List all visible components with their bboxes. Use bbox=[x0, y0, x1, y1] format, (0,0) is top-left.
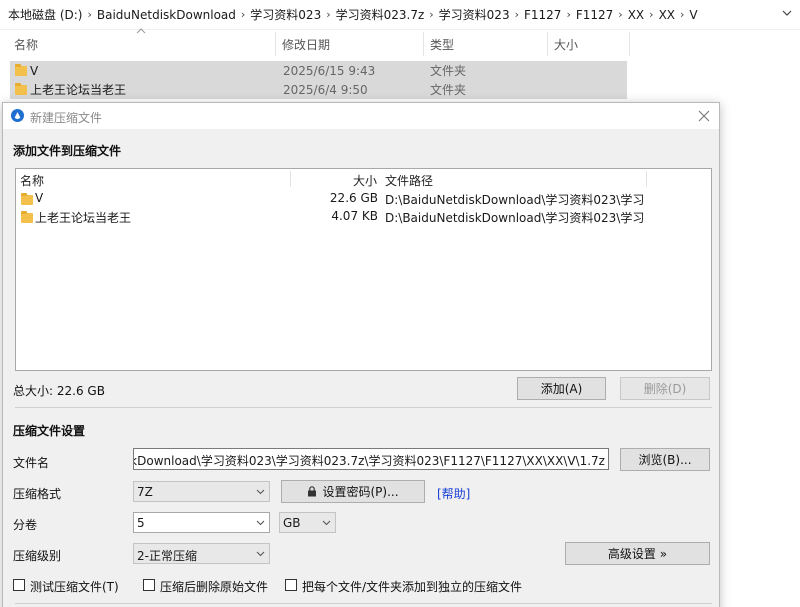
list-item-size: 4.07 KB bbox=[331, 209, 378, 223]
list-item[interactable]: V 22.6 GB D:\BaiduNetdiskDownload\学习资料02… bbox=[16, 190, 711, 208]
breadcrumb-separator-icon: › bbox=[514, 8, 519, 21]
list-item-name: V bbox=[35, 191, 44, 205]
breadcrumb-separator-icon: › bbox=[326, 8, 331, 21]
list-header-name[interactable]: 名称 bbox=[20, 172, 44, 189]
breadcrumb-separator-icon: › bbox=[240, 8, 246, 21]
breadcrumb-item[interactable]: XX bbox=[659, 8, 675, 22]
list-header-path[interactable]: 文件路径 bbox=[385, 172, 433, 189]
lock-icon bbox=[308, 486, 317, 497]
chevron-down-icon bbox=[256, 551, 265, 557]
list-header-divider bbox=[646, 171, 647, 187]
folder-icon bbox=[15, 83, 27, 95]
breadcrumb-item[interactable]: V bbox=[689, 8, 697, 22]
breadcrumb-item[interactable]: 学习资料023 bbox=[439, 6, 510, 23]
breadcrumb-separator-icon: › bbox=[87, 8, 92, 21]
separate-archives-checkbox[interactable] bbox=[285, 579, 297, 591]
compression-level-label: 压缩级别 bbox=[13, 549, 62, 563]
folder-icon bbox=[21, 211, 33, 223]
list-item-path: D:\BaiduNetdiskDownload\学习资料023\学习... bbox=[385, 211, 645, 225]
column-header-type[interactable]: 类型 bbox=[424, 32, 548, 56]
volume-size-input[interactable]: 5 bbox=[133, 512, 270, 533]
breadcrumb-item[interactable]: 学习资料023.7z bbox=[336, 6, 425, 23]
compression-level-value: 2-正常压缩 bbox=[137, 549, 197, 563]
delete-button[interactable]: 删除(D) bbox=[620, 377, 710, 400]
set-password-label: 设置密码(P)... bbox=[322, 485, 399, 499]
browse-button[interactable]: 浏览(B)... bbox=[620, 448, 710, 471]
volume-unit-value: GB bbox=[283, 516, 301, 530]
file-row[interactable]: V 2025/6/15 9:43 文件夹 bbox=[10, 61, 627, 80]
file-date: 2025/6/15 9:43 bbox=[283, 63, 376, 78]
column-header-date[interactable]: 修改日期 bbox=[276, 32, 424, 56]
breadcrumb-separator-icon: › bbox=[680, 8, 685, 21]
delete-after-checkbox[interactable] bbox=[143, 579, 155, 591]
delete-after-label[interactable]: 压缩后删除原始文件 bbox=[160, 578, 268, 595]
file-name: 上老王论坛当老王 bbox=[30, 83, 127, 97]
divider bbox=[15, 407, 712, 408]
column-header-name[interactable]: 名称 bbox=[8, 32, 276, 56]
column-header-size[interactable]: 大小 bbox=[548, 32, 630, 56]
divider bbox=[15, 603, 712, 604]
list-item-size: 22.6 GB bbox=[329, 191, 378, 205]
file-type: 文件夹 bbox=[430, 64, 467, 78]
address-dropdown-icon[interactable] bbox=[782, 8, 792, 18]
add-files-section-title: 添加文件到压缩文件 bbox=[13, 144, 122, 158]
breadcrumb-separator-icon: › bbox=[566, 8, 571, 21]
file-date: 2025/6/4 9:50 bbox=[283, 82, 368, 97]
dialog-title: 新建压缩文件 bbox=[30, 111, 103, 125]
format-select-value: 7Z bbox=[137, 485, 153, 499]
volume-size-value: 5 bbox=[137, 516, 145, 530]
separate-archives-label[interactable]: 把每个文件/文件夹添加到独立的压缩文件 bbox=[302, 578, 522, 595]
breadcrumb-item[interactable]: F1127 bbox=[524, 8, 561, 22]
list-header-size[interactable]: 大小 bbox=[353, 172, 377, 189]
file-type: 文件夹 bbox=[430, 83, 467, 97]
address-breadcrumb[interactable]: 本地磁盘 (D:) › BaiduNetdiskDownload › 学习资料0… bbox=[0, 0, 800, 30]
list-item-name: 上老王论坛当老王 bbox=[35, 211, 132, 225]
breadcrumb-item[interactable]: F1127 bbox=[576, 8, 613, 22]
filename-input[interactable]: etdiskDownload\学习资料023\学习资料023.7z\学习资料02… bbox=[133, 448, 609, 470]
test-archive-label[interactable]: 测试压缩文件(T) bbox=[30, 578, 119, 595]
add-button[interactable]: 添加(A) bbox=[517, 377, 606, 400]
close-icon[interactable] bbox=[695, 107, 713, 125]
help-link[interactable]: [帮助] bbox=[437, 485, 470, 502]
breadcrumb-separator-icon: › bbox=[649, 8, 654, 21]
list-header-divider bbox=[290, 171, 291, 187]
format-select[interactable]: 7Z bbox=[133, 481, 270, 502]
breadcrumb-item[interactable]: 学习资料023 bbox=[250, 6, 321, 23]
set-password-button[interactable]: 设置密码(P)... bbox=[281, 480, 425, 503]
breadcrumb-separator-icon: › bbox=[618, 8, 623, 21]
advanced-settings-button[interactable]: 高级设置 » bbox=[565, 542, 710, 565]
new-archive-dialog: 新建压缩文件 添加文件到压缩文件 名称 大小 文件路径 V 22.6 GB D:… bbox=[2, 102, 720, 607]
breadcrumb-item[interactable]: XX bbox=[628, 8, 644, 22]
chevron-down-icon bbox=[256, 520, 265, 526]
filename-label: 文件名 bbox=[13, 456, 50, 470]
breadcrumb-separator-icon: › bbox=[429, 8, 434, 21]
file-list[interactable]: 名称 大小 文件路径 V 22.6 GB D:\BaiduNetdiskDown… bbox=[15, 168, 712, 371]
breadcrumb-item[interactable]: 本地磁盘 (D:) bbox=[8, 6, 82, 23]
total-size: 总大小: 22.6 GB bbox=[13, 384, 105, 398]
archive-settings-title: 压缩文件设置 bbox=[13, 424, 86, 438]
file-name: V bbox=[30, 63, 39, 78]
file-row[interactable]: 上老王论坛当老王 2025/6/4 9:50 文件夹 bbox=[10, 80, 627, 99]
format-label: 压缩格式 bbox=[13, 487, 62, 501]
folder-icon bbox=[21, 193, 33, 205]
volume-label: 分卷 bbox=[13, 518, 38, 532]
compression-level-select[interactable]: 2-正常压缩 bbox=[133, 543, 270, 564]
volume-unit-select[interactable]: GB bbox=[279, 512, 336, 533]
breadcrumb-item[interactable]: BaiduNetdiskDownload bbox=[97, 8, 236, 22]
app-logo-icon bbox=[11, 109, 24, 122]
list-item[interactable]: 上老王论坛当老王 4.07 KB D:\BaiduNetdiskDownload… bbox=[16, 208, 711, 226]
dialog-titlebar[interactable]: 新建压缩文件 bbox=[3, 103, 719, 129]
folder-icon bbox=[15, 64, 27, 76]
list-item-path: D:\BaiduNetdiskDownload\学习资料023\学习... bbox=[385, 193, 645, 207]
filename-value: etdiskDownload\学习资料023\学习资料023.7z\学习资料02… bbox=[133, 454, 605, 468]
chevron-down-icon bbox=[256, 489, 265, 495]
test-archive-checkbox[interactable] bbox=[13, 579, 25, 591]
chevron-down-icon bbox=[322, 520, 331, 526]
